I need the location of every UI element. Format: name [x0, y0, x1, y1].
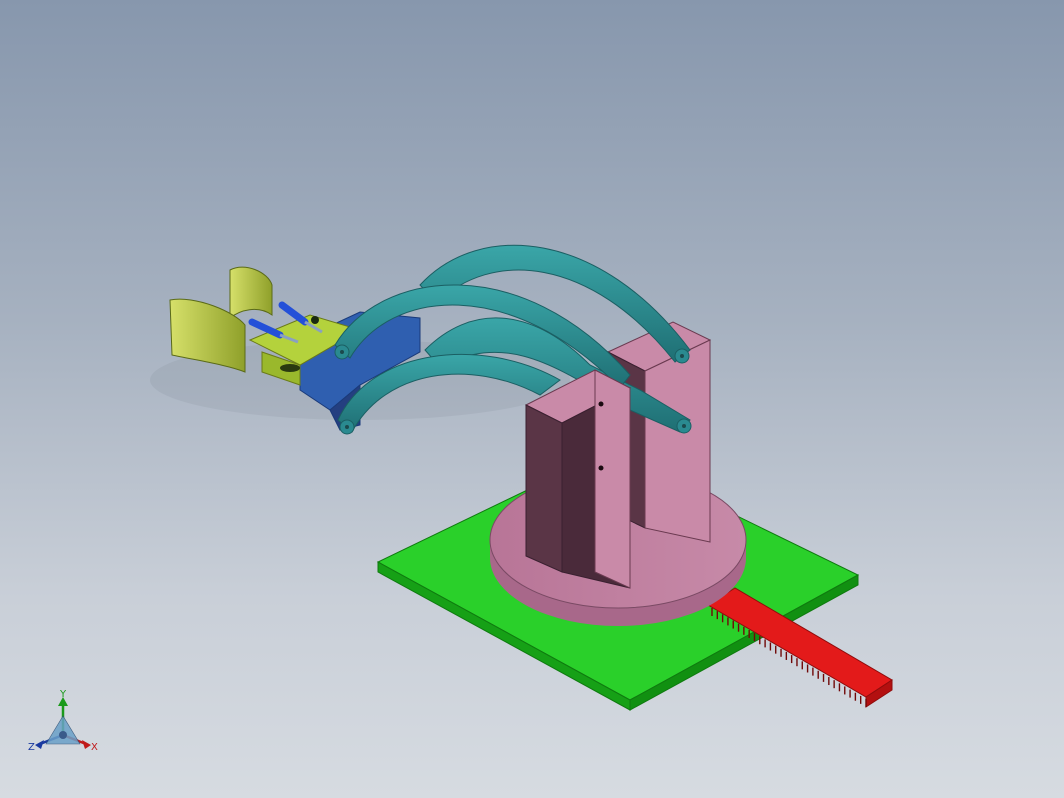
coordinate-triad[interactable]: Y Z X	[28, 689, 98, 753]
model-scene[interactable]: Y Z X	[0, 0, 1064, 798]
upright-front[interactable]	[524, 369, 632, 589]
triad-x-label: X	[91, 742, 98, 753]
gripper-jaw-upper[interactable]	[229, 266, 273, 320]
graphics-viewport[interactable]: Y Z X	[0, 0, 1064, 798]
triad-z-label: Z	[28, 742, 35, 753]
triad-y-label: Y	[59, 689, 67, 700]
